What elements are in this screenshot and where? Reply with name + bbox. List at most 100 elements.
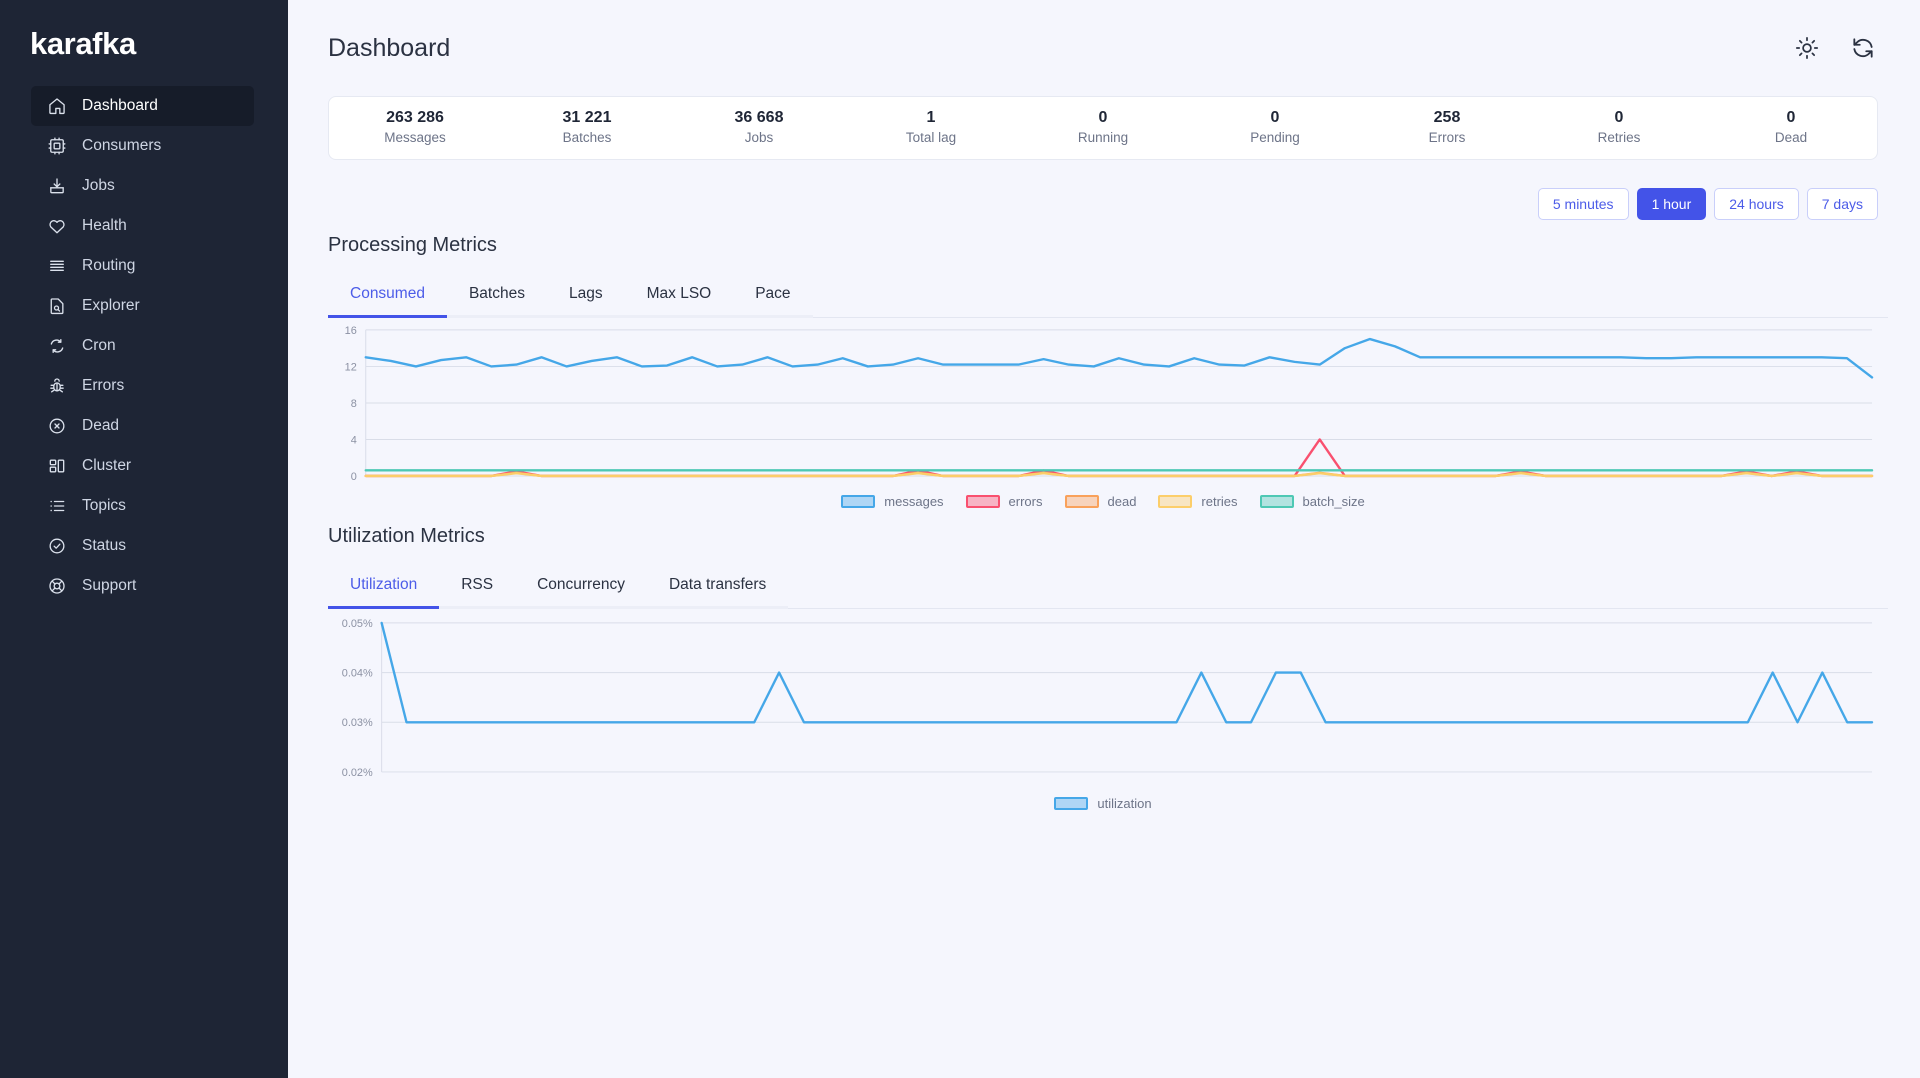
sidebar-item-label: Cluster <box>82 457 132 474</box>
layers-icon <box>47 256 67 276</box>
sidebar-item-label: Support <box>82 577 137 594</box>
home-icon <box>47 96 67 116</box>
file-search-icon <box>47 296 67 316</box>
stat-label: Errors <box>1428 129 1466 145</box>
legend-item-messages[interactable]: messages <box>841 493 944 509</box>
processing-metrics-title: Processing Metrics <box>328 234 497 256</box>
bug-icon <box>47 376 67 396</box>
sidebar-item-consumers[interactable]: Consumers <box>31 126 254 166</box>
stat-running: 0 Running <box>1017 108 1189 149</box>
list-icon <box>47 496 67 516</box>
stat-label: Running <box>1077 129 1129 145</box>
time-range-1-hour[interactable]: 1 hour <box>1636 188 1707 220</box>
sidebar-item-label: Dashboard <box>82 97 158 114</box>
stat-value: 0 <box>1614 108 1624 126</box>
stat-label: Total lag <box>905 129 957 145</box>
legend-swatch-dead <box>1064 494 1099 508</box>
legend-swatch-utilization <box>1054 796 1089 810</box>
legend-label: batch_size <box>1302 493 1365 509</box>
tab-pace[interactable]: Pace <box>733 279 813 318</box>
stat-value: 0 <box>1270 108 1280 126</box>
sidebar-item-label: Status <box>82 537 126 554</box>
tab-lags[interactable]: Lags <box>546 279 625 318</box>
tab-data-transfers[interactable]: Data transfers <box>646 570 789 609</box>
stat-value: 36 668 <box>734 108 784 126</box>
stat-value: 0 <box>1098 108 1108 126</box>
tab-rss[interactable]: RSS <box>439 570 516 609</box>
time-range-group: 5 minutes 1 hour 24 hours 7 days <box>1537 188 1878 220</box>
stat-messages: 263 286 Messages <box>329 108 501 149</box>
legend-label: errors <box>1008 493 1043 509</box>
stat-value: 31 221 <box>562 108 612 126</box>
stat-value: 1 <box>926 108 936 126</box>
sidebar-item-label: Topics <box>82 497 126 514</box>
stat-label: Batches <box>562 129 612 145</box>
sidebar-item-health[interactable]: Health <box>31 206 254 246</box>
tab-utilization[interactable]: Utilization <box>328 570 440 609</box>
legend-label: dead <box>1107 493 1137 509</box>
topbar-actions <box>1794 35 1888 61</box>
svg-text:12: 12 <box>345 361 357 373</box>
sidebar-item-label: Jobs <box>82 177 115 194</box>
processing-metrics-tabs: Consumed Batches Lags Max LSO Pace <box>328 279 1888 318</box>
sidebar-item-status[interactable]: Status <box>31 526 254 566</box>
sidebar-item-label: Explorer <box>82 297 140 314</box>
time-range-row: 5 minutes 1 hour 24 hours 7 days <box>328 188 1888 220</box>
sidebar-item-cron[interactable]: Cron <box>31 326 254 366</box>
stat-dead: 0 Dead <box>1705 108 1877 149</box>
app-root: karafka Dashboard Consumers Jobs Health Rout… <box>0 0 1920 1078</box>
legend-item-dead[interactable]: dead <box>1064 493 1137 509</box>
stat-label: Dead <box>1774 129 1808 145</box>
svg-text:0.04%: 0.04% <box>342 667 373 679</box>
sidebar-item-label: Routing <box>82 257 136 274</box>
sidebar-item-topics[interactable]: Topics <box>31 486 254 526</box>
heart-icon <box>47 216 67 236</box>
consumed-chart-legend: messages errors dead retries batch_size <box>328 494 1878 509</box>
svg-text:0.05%: 0.05% <box>342 618 373 630</box>
stat-batches: 31 221 Batches <box>501 108 673 149</box>
time-range-5-minutes[interactable]: 5 minutes <box>1537 188 1629 220</box>
time-range-24-hours[interactable]: 24 hours <box>1714 188 1799 220</box>
sidebar-item-support[interactable]: Support <box>31 566 254 606</box>
svg-text:16: 16 <box>345 325 357 337</box>
svg-text:0.03%: 0.03% <box>342 717 373 729</box>
tab-concurrency[interactable]: Concurrency <box>515 570 647 609</box>
sidebar-item-dashboard[interactable]: Dashboard <box>31 86 254 126</box>
tab-batches[interactable]: Batches <box>446 279 547 318</box>
sun-icon[interactable] <box>1794 35 1820 61</box>
legend-swatch-retries <box>1158 494 1193 508</box>
sidebar-item-jobs[interactable]: Jobs <box>31 166 254 206</box>
refresh-icon[interactable] <box>1850 35 1876 61</box>
utilization-metrics-title: Utilization Metrics <box>328 524 485 547</box>
legend-item-batch_size[interactable]: batch_size <box>1259 493 1365 509</box>
legend-item-errors[interactable]: errors <box>965 493 1043 509</box>
tab-consumed[interactable]: Consumed <box>328 279 447 318</box>
sidebar-item-cluster[interactable]: Cluster <box>31 446 254 486</box>
lifebuoy-icon <box>47 576 67 596</box>
sidebar-item-dead[interactable]: Dead <box>31 406 254 446</box>
tab-max-lso[interactable]: Max LSO <box>624 279 734 318</box>
sidebar-item-errors[interactable]: Errors <box>31 366 254 406</box>
stat-jobs: 36 668 Jobs <box>673 108 845 149</box>
time-range-7-days[interactable]: 7 days <box>1806 188 1878 220</box>
topbar: Dashboard <box>328 0 1888 96</box>
legend-item-retries[interactable]: retries <box>1158 493 1238 509</box>
utilization-metrics-tabs: Utilization RSS Concurrency Data transfers <box>328 570 1888 609</box>
sidebar-nav: Dashboard Consumers Jobs Health Routing Explo… <box>0 86 288 606</box>
sidebar-item-explorer[interactable]: Explorer <box>31 286 254 326</box>
circle-x-icon <box>47 416 67 436</box>
consumed-chart: 0 4 8 12 16 <box>345 325 1874 483</box>
utilization-chart: 0.02% 0.03% 0.04% 0.05% <box>342 618 1874 779</box>
stat-pending: 0 Pending <box>1189 108 1361 149</box>
chip-icon <box>47 136 67 156</box>
svg-text:0: 0 <box>351 471 357 483</box>
grid-blocks-icon <box>47 456 67 476</box>
sidebar-item-label: Health <box>82 217 127 234</box>
stat-label: Jobs <box>744 129 774 145</box>
legend-label: messages <box>884 493 944 509</box>
sidebar: karafka Dashboard Consumers Jobs Health Rout… <box>0 0 288 1078</box>
sidebar-item-routing[interactable]: Routing <box>31 246 254 286</box>
legend-label: retries <box>1201 493 1238 509</box>
legend-swatch-errors <box>965 494 1000 508</box>
legend-item-utilization[interactable]: utilization <box>1054 796 1152 811</box>
